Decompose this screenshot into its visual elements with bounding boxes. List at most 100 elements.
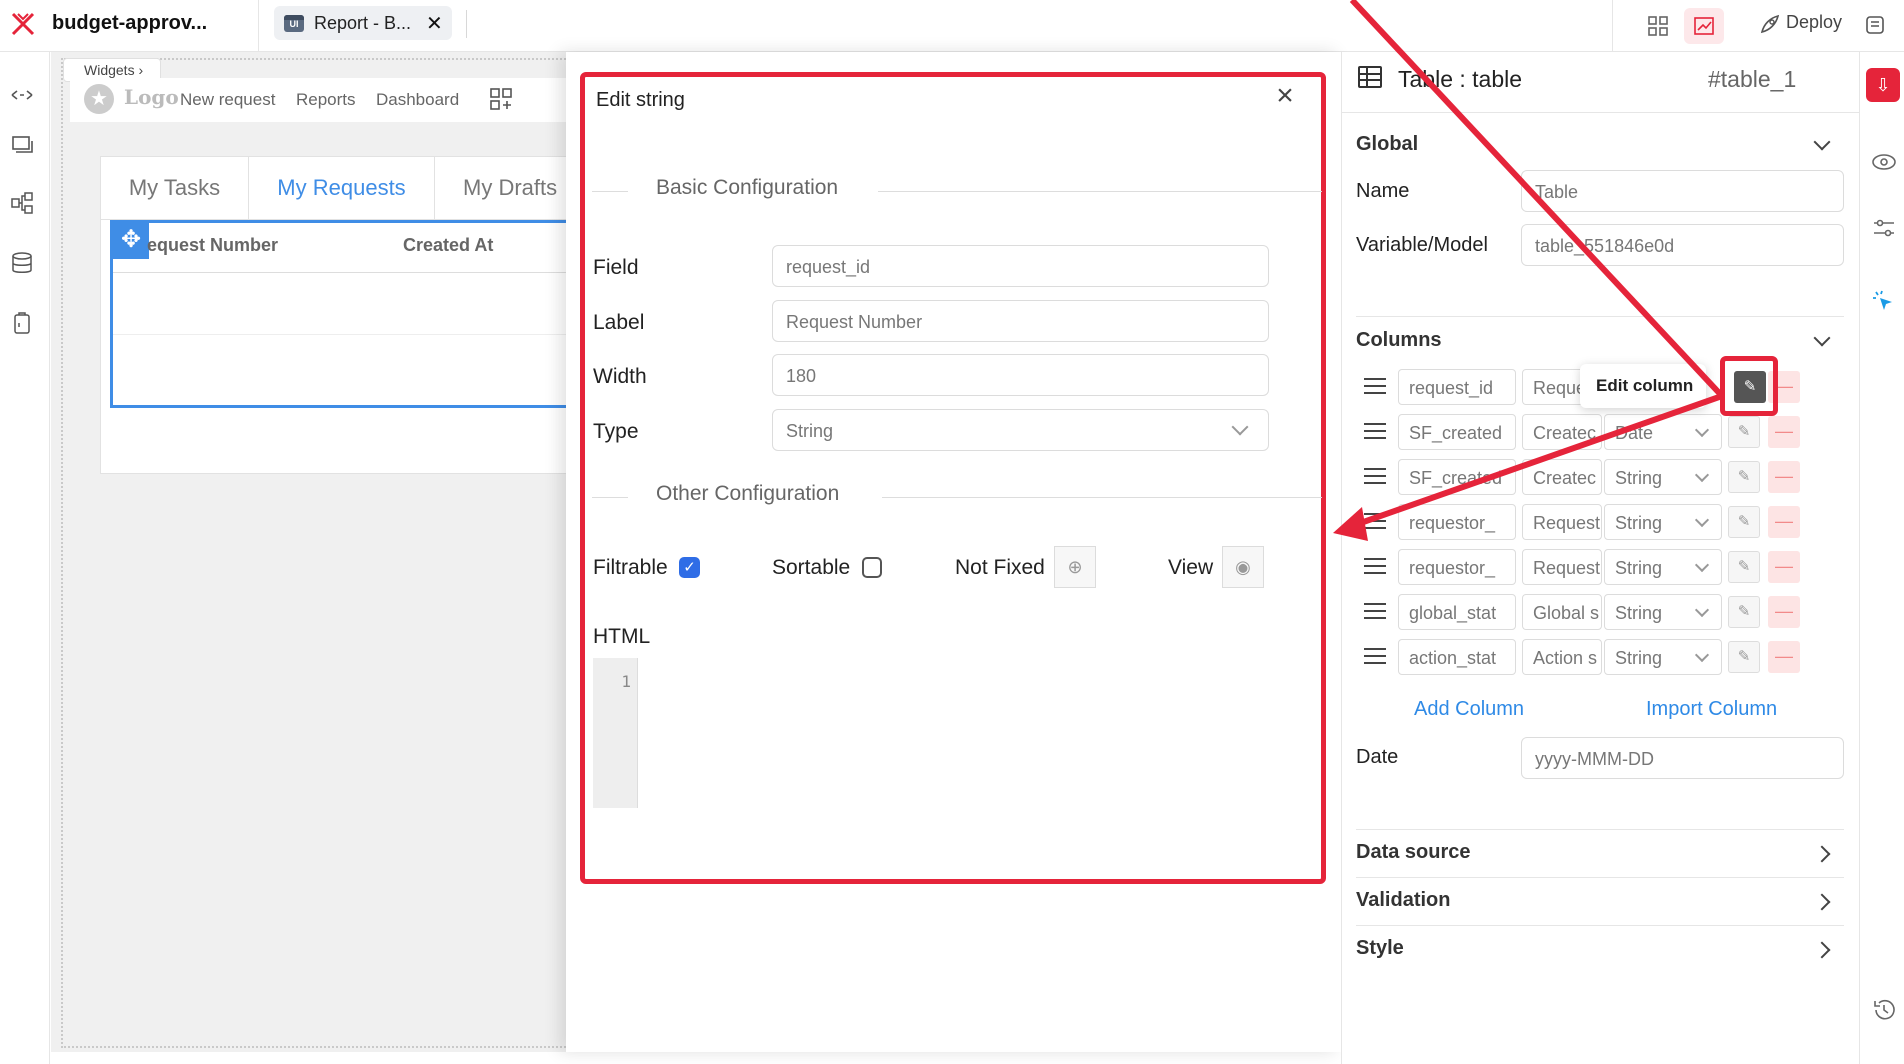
add-column-link[interactable]: Add Column <box>1414 698 1524 721</box>
date-format-input[interactable]: yyyy-MMM-DD <box>1521 737 1844 779</box>
edit-column-icon[interactable]: ✎ <box>1728 641 1760 673</box>
app-title[interactable]: budget-approv... <box>52 12 207 35</box>
page-tab[interactable]: UI Report - B... ✕ <box>274 6 452 40</box>
edit-column-icon[interactable]: ✎ <box>1728 551 1760 583</box>
edit-column-icon[interactable]: ✎ <box>1728 416 1760 448</box>
column-type-select[interactable]: String <box>1604 594 1722 630</box>
grid-add-icon[interactable] <box>488 86 514 112</box>
validation-section-header[interactable]: Validation <box>1356 889 1450 912</box>
column-label-input[interactable]: Request <box>1522 549 1602 585</box>
close-tab-icon[interactable]: ✕ <box>426 11 443 36</box>
drag-handle-icon[interactable] <box>1364 603 1386 605</box>
component-props-icon[interactable]: ⇩ <box>1866 68 1900 102</box>
column-field-input[interactable]: requestor_ <box>1398 504 1516 540</box>
drag-handle-icon[interactable] <box>1364 558 1386 560</box>
settings-panel-icon[interactable] <box>1862 12 1888 38</box>
tab-my-tasks[interactable]: My Tasks <box>101 157 249 219</box>
column-label-input[interactable]: Createc <box>1522 414 1602 450</box>
move-icon[interactable]: ✥ <box>113 223 149 259</box>
app-logo-icon[interactable] <box>10 11 36 37</box>
nav-reports[interactable]: Reports <box>296 90 356 110</box>
deploy-button[interactable]: Deploy <box>1786 12 1842 33</box>
nav-dashboard[interactable]: Dashboard <box>376 90 459 110</box>
left-rail <box>0 52 50 1064</box>
chevron-down-icon <box>1694 422 1710 438</box>
edit-column-icon[interactable]: ✎ <box>1728 506 1760 538</box>
sliders-icon[interactable] <box>1870 214 1898 242</box>
rocket-icon[interactable] <box>1756 12 1782 38</box>
tab-my-drafts[interactable]: My Drafts <box>435 157 567 219</box>
drag-handle-icon[interactable] <box>1364 423 1386 425</box>
column-type-value: String <box>1615 558 1663 578</box>
width-input[interactable]: 180 <box>772 354 1269 396</box>
column-label-input[interactable]: Createc <box>1522 459 1602 495</box>
drag-handle-icon[interactable] <box>1364 648 1386 650</box>
drag-handle-icon[interactable] <box>1364 468 1386 470</box>
top-bar: budget-approv... UI Report - B... ✕ Depl… <box>0 0 1904 52</box>
pin-icon[interactable]: ⊕ <box>1054 546 1096 588</box>
fixed-label: Not Fixed <box>955 556 1045 579</box>
clipboard-icon[interactable] <box>8 310 36 336</box>
remove-column-icon[interactable]: — <box>1768 596 1800 628</box>
remove-column-icon[interactable]: — <box>1768 551 1800 583</box>
column-field-input[interactable]: action_stat <box>1398 639 1516 675</box>
history-icon[interactable] <box>1870 996 1898 1024</box>
column-type-select[interactable]: String <box>1604 459 1722 495</box>
sortable-checkbox[interactable] <box>862 557 882 578</box>
drag-handle-icon[interactable] <box>1364 513 1386 515</box>
column-field-input[interactable]: SF_created <box>1398 459 1516 495</box>
edit-column-icon[interactable]: ✎ <box>1728 596 1760 628</box>
column-header-request-number: equest Number <box>147 235 279 255</box>
component-id: #table_1 <box>1708 66 1797 92</box>
style-section-header[interactable]: Style <box>1356 937 1404 960</box>
remove-column-icon[interactable]: — <box>1768 416 1800 448</box>
data-source-section-header[interactable]: Data source <box>1356 841 1471 864</box>
chevron-down-icon <box>1694 602 1710 618</box>
eye-icon[interactable]: ◉ <box>1222 546 1264 588</box>
column-field-input[interactable]: SF_created <box>1398 414 1516 450</box>
star-logo-icon: ★ <box>84 84 114 114</box>
remove-column-icon[interactable]: — <box>1768 461 1800 493</box>
eye-icon[interactable] <box>1870 148 1898 176</box>
column-type-select[interactable]: String <box>1604 549 1722 585</box>
flow-icon[interactable] <box>8 190 36 216</box>
database-icon[interactable] <box>8 250 36 276</box>
import-column-link[interactable]: Import Column <box>1646 698 1777 721</box>
column-type-select[interactable]: Date <box>1604 414 1722 450</box>
column-label-input[interactable]: Request <box>1522 504 1602 540</box>
edit-column-icon[interactable]: ✎ <box>1728 461 1760 493</box>
cursor-click-icon[interactable] <box>1870 288 1898 316</box>
divider <box>1612 0 1613 52</box>
preview-chart-icon[interactable] <box>1684 8 1724 44</box>
label-input[interactable]: Request Number <box>772 300 1269 342</box>
column-field-input[interactable]: request_id <box>1398 369 1516 405</box>
variable-model-input[interactable]: table_551846e0d <box>1521 224 1844 266</box>
divider <box>878 191 1322 192</box>
code-editor[interactable]: 1 <box>593 658 638 808</box>
filtrable-checkbox[interactable]: ✓ <box>679 557 700 578</box>
right-rail <box>1859 52 1904 1064</box>
name-input[interactable]: Table <box>1521 170 1844 212</box>
app-header: ★ Logo New request Reports Dashboard <box>70 78 566 122</box>
code-arrows-icon[interactable] <box>8 82 36 108</box>
layers-icon[interactable] <box>8 132 36 158</box>
column-row: SF_created Createc String ✎ — <box>1360 459 1810 495</box>
global-section-header[interactable]: Global <box>1356 133 1418 156</box>
nav-new-request[interactable]: New request <box>180 90 275 110</box>
column-field-input[interactable]: requestor_ <box>1398 549 1516 585</box>
tab-my-requests[interactable]: My Requests <box>249 157 435 219</box>
column-type-select[interactable]: String <box>1604 504 1722 540</box>
columns-section-header[interactable]: Columns <box>1356 329 1442 352</box>
selected-table-widget[interactable]: ✥ equest Number Created At <box>110 220 570 408</box>
column-label-input[interactable]: Action s <box>1522 639 1602 675</box>
column-label-input[interactable]: Global s <box>1522 594 1602 630</box>
remove-column-icon[interactable]: — <box>1768 506 1800 538</box>
column-field-input[interactable]: global_stat <box>1398 594 1516 630</box>
drag-handle-icon[interactable] <box>1364 378 1386 380</box>
column-type-select[interactable]: String <box>1604 639 1722 675</box>
layout-grid-icon[interactable] <box>1638 8 1678 44</box>
remove-column-icon[interactable]: — <box>1768 641 1800 673</box>
close-icon[interactable]: × <box>1270 81 1300 112</box>
field-input[interactable]: request_id <box>772 245 1269 287</box>
type-select[interactable]: String <box>772 409 1269 451</box>
